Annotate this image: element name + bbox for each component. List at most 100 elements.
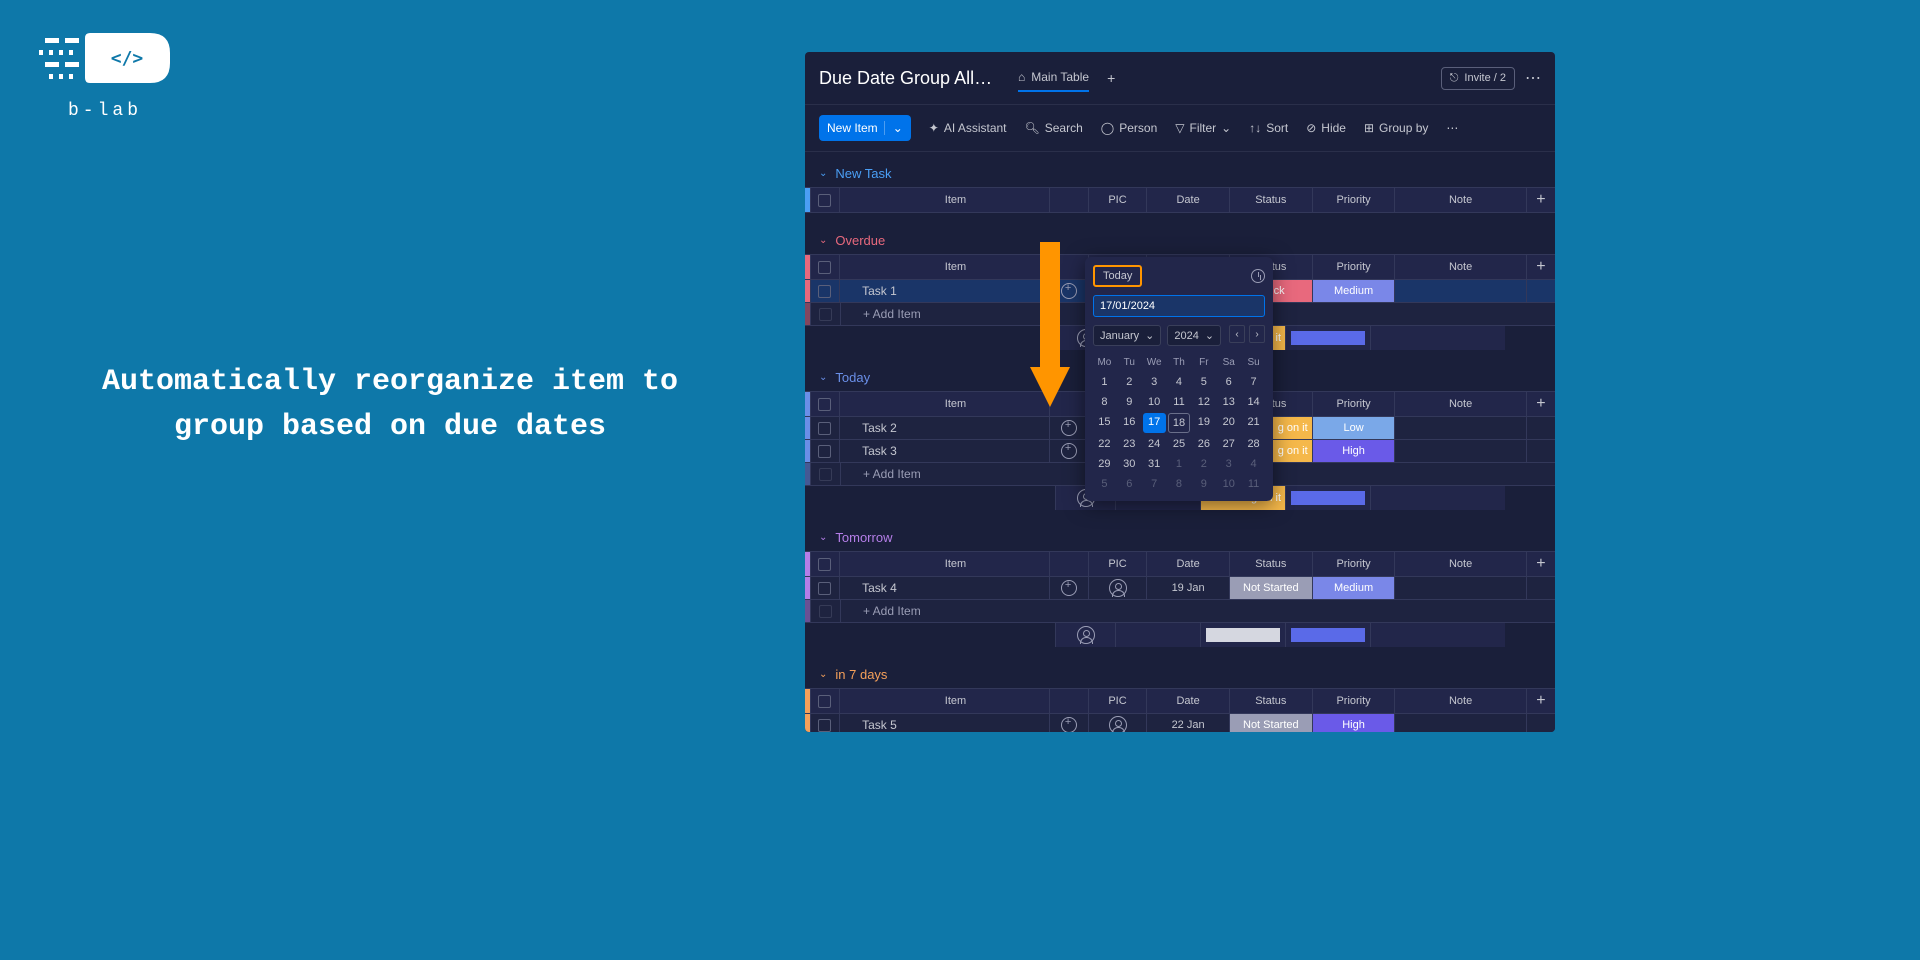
chevron-down-icon[interactable]: ⌄ xyxy=(884,121,903,135)
board-menu-button[interactable]: ⋯ xyxy=(1525,68,1541,88)
year-select[interactable]: 2024⌄ xyxy=(1167,325,1221,346)
column-pic[interactable]: PIC xyxy=(1088,689,1146,713)
calendar-day[interactable]: 29 xyxy=(1093,455,1116,473)
item-name[interactable]: Task 3 xyxy=(839,440,1049,462)
calendar-day[interactable]: 24 xyxy=(1143,435,1166,453)
select-all-checkbox[interactable] xyxy=(810,188,839,212)
group-header[interactable]: ⌄Tomorrow xyxy=(805,524,1555,551)
column-item[interactable]: Item xyxy=(839,255,1049,279)
column-priority[interactable]: Priority xyxy=(1312,188,1395,212)
group-header[interactable]: ⌄Overdue xyxy=(805,227,1555,254)
select-all-checkbox[interactable] xyxy=(810,392,839,416)
column-item[interactable]: Item xyxy=(839,392,1049,416)
calendar-day[interactable]: 4 xyxy=(1168,373,1191,391)
prev-month-button[interactable]: ‹ xyxy=(1229,325,1245,343)
column-pic[interactable]: PIC xyxy=(1088,188,1146,212)
calendar-day[interactable]: 8 xyxy=(1168,475,1191,493)
calendar-day[interactable]: 6 xyxy=(1118,475,1141,493)
group-header[interactable]: ⌄New Task xyxy=(805,160,1555,187)
status-cell[interactable]: Not Started xyxy=(1229,577,1312,599)
calendar-day[interactable]: 4 xyxy=(1242,455,1265,473)
column-status[interactable]: Status xyxy=(1229,188,1312,212)
calendar-day[interactable]: 5 xyxy=(1093,475,1116,493)
sort-button[interactable]: ↑↓Sort xyxy=(1249,121,1288,135)
calendar-day[interactable]: 10 xyxy=(1143,393,1166,411)
calendar-day[interactable]: 7 xyxy=(1143,475,1166,493)
date-cell[interactable]: 22 Jan xyxy=(1146,714,1229,732)
row-checkbox[interactable] xyxy=(810,714,839,732)
priority-cell[interactable]: Low xyxy=(1312,417,1395,439)
add-item-row[interactable]: + Add Item xyxy=(805,600,1555,623)
select-all-checkbox[interactable] xyxy=(810,689,839,713)
row-checkbox[interactable] xyxy=(810,440,839,462)
calendar-day[interactable]: 9 xyxy=(1192,475,1215,493)
column-priority[interactable]: Priority xyxy=(1312,255,1395,279)
column-status[interactable]: Status xyxy=(1229,552,1312,576)
column-date[interactable]: Date xyxy=(1146,689,1229,713)
date-input[interactable]: 17/01/2024 xyxy=(1093,295,1265,317)
column-note[interactable]: Note xyxy=(1394,392,1525,416)
column-priority[interactable]: Priority xyxy=(1312,392,1395,416)
calendar-day[interactable]: 16 xyxy=(1118,413,1141,433)
calendar-day[interactable]: 5 xyxy=(1192,373,1215,391)
column-item[interactable]: Item xyxy=(839,552,1049,576)
open-item-button[interactable] xyxy=(1049,577,1088,599)
today-button[interactable]: Today xyxy=(1093,265,1142,287)
note-cell[interactable] xyxy=(1394,714,1525,732)
column-item[interactable]: Item xyxy=(839,188,1049,212)
add-column-button[interactable]: + xyxy=(1526,689,1555,713)
calendar-day[interactable]: 13 xyxy=(1217,393,1240,411)
column-item[interactable]: Item xyxy=(839,689,1049,713)
calendar-day[interactable]: 20 xyxy=(1217,413,1240,433)
calendar-day[interactable]: 11 xyxy=(1168,393,1191,411)
calendar-day[interactable]: 11 xyxy=(1242,475,1265,493)
add-column-button[interactable]: + xyxy=(1526,552,1555,576)
calendar-day[interactable]: 19 xyxy=(1192,413,1215,433)
calendar-day[interactable]: 18 xyxy=(1168,413,1191,433)
search-button[interactable]: 🔍︎Search xyxy=(1025,121,1083,135)
calendar-day[interactable]: 1 xyxy=(1168,455,1191,473)
column-note[interactable]: Note xyxy=(1394,689,1525,713)
item-name[interactable]: Task 2 xyxy=(839,417,1049,439)
select-all-checkbox[interactable] xyxy=(810,255,839,279)
select-all-checkbox[interactable] xyxy=(810,552,839,576)
calendar-day[interactable]: 6 xyxy=(1217,373,1240,391)
calendar-day[interactable]: 15 xyxy=(1093,413,1116,433)
calendar-day[interactable]: 2 xyxy=(1118,373,1141,391)
note-cell[interactable] xyxy=(1394,440,1525,462)
priority-cell[interactable]: Medium xyxy=(1312,280,1395,302)
add-column-button[interactable]: + xyxy=(1526,255,1555,279)
row-checkbox[interactable] xyxy=(810,280,839,302)
toolbar-more-button[interactable]: ⋯ xyxy=(1446,121,1458,135)
calendar-day[interactable]: 25 xyxy=(1168,435,1191,453)
calendar-day[interactable]: 3 xyxy=(1217,455,1240,473)
calendar-day[interactable]: 8 xyxy=(1093,393,1116,411)
column-priority[interactable]: Priority xyxy=(1312,689,1395,713)
item-name[interactable]: Task 4 xyxy=(839,577,1049,599)
row-checkbox[interactable] xyxy=(810,417,839,439)
note-cell[interactable] xyxy=(1394,577,1525,599)
item-name[interactable]: Task 1 xyxy=(839,280,1049,302)
calendar-day[interactable]: 12 xyxy=(1192,393,1215,411)
calendar-day[interactable]: 28 xyxy=(1242,435,1265,453)
open-item-button[interactable] xyxy=(1049,714,1088,732)
priority-cell[interactable]: Medium xyxy=(1312,577,1395,599)
priority-cell[interactable]: High xyxy=(1312,440,1395,462)
calendar-day[interactable]: 3 xyxy=(1143,373,1166,391)
calendar-day[interactable]: 7 xyxy=(1242,373,1265,391)
row-checkbox[interactable] xyxy=(810,577,839,599)
board-title[interactable]: Due Date Group Allocat xyxy=(819,68,994,89)
calendar-day[interactable]: 14 xyxy=(1242,393,1265,411)
calendar-day[interactable]: 26 xyxy=(1192,435,1215,453)
hide-button[interactable]: ⊘Hide xyxy=(1306,121,1346,135)
column-note[interactable]: Note xyxy=(1394,255,1525,279)
calendar-day[interactable]: 21 xyxy=(1242,413,1265,433)
status-cell[interactable]: Not Started xyxy=(1229,714,1312,732)
new-item-button[interactable]: New Item ⌄ xyxy=(819,115,911,141)
calendar-day[interactable]: 27 xyxy=(1217,435,1240,453)
tab-main-table[interactable]: ⌂ Main Table xyxy=(1018,64,1089,92)
item-name[interactable]: Task 5 xyxy=(839,714,1049,732)
filter-button[interactable]: ▽Filter⌄ xyxy=(1175,121,1231,135)
column-pic[interactable]: PIC xyxy=(1088,552,1146,576)
table-row[interactable]: Task 522 JanNot StartedHigh xyxy=(805,714,1555,732)
